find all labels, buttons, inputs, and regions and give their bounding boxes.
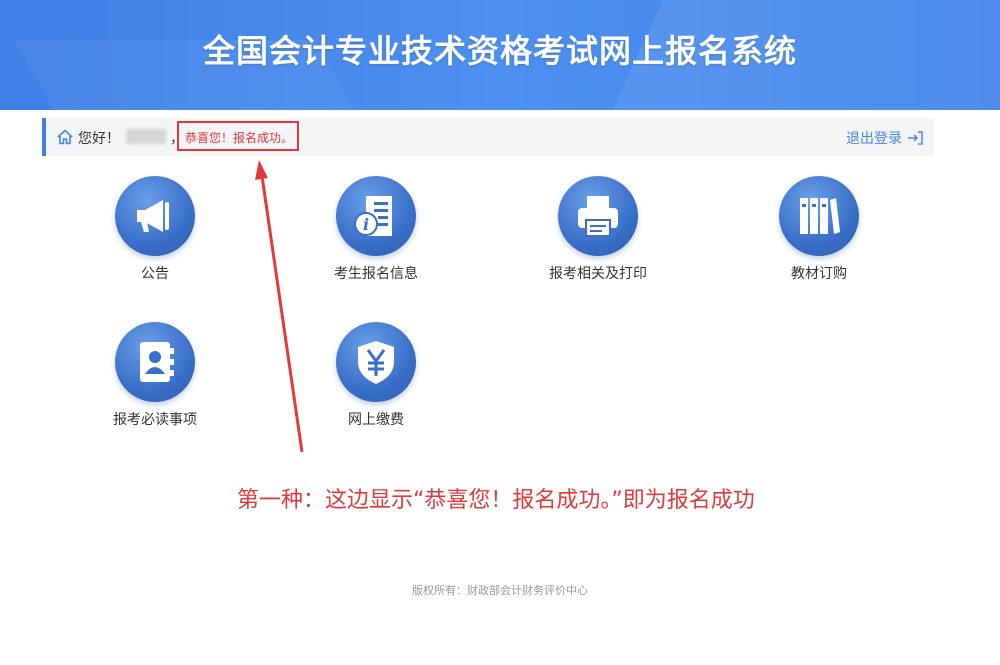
logout-label: 退出登录 (846, 131, 902, 147)
logout-icon (908, 131, 923, 145)
tile-print[interactable]: 报考相关及打印 (498, 176, 698, 306)
greeting-text: 您好！ (78, 131, 120, 147)
footer-copyright: 版权所有：财政部会计财务评价中心 (412, 584, 588, 597)
logout-link[interactable]: 退出登录 (846, 128, 924, 148)
tile-label: 考生报名信息 (334, 266, 418, 282)
tile-label: 报考必读事项 (113, 412, 197, 428)
printer-icon (578, 196, 618, 237)
tile-circle: i (336, 176, 416, 256)
yen-shield-icon (358, 341, 394, 384)
page-title: 全国会计专业技术资格考试网上报名系统 (202, 32, 797, 70)
username-redacted (126, 129, 166, 144)
tile-textbook-order[interactable]: 教材订购 (719, 176, 919, 306)
tile-label: 网上缴费 (348, 412, 404, 428)
tile-must-read[interactable]: 报考必读事项 (55, 322, 255, 452)
registration-success-message: 恭喜您！报名成功。 (185, 131, 294, 145)
info-document-icon: i (354, 196, 392, 236)
tile-label: 报考相关及打印 (549, 266, 647, 282)
tile-label: 教材订购 (791, 266, 847, 282)
svg-text:i: i (363, 215, 369, 234)
annotation-text: 第一种：这边显示“恭喜您！报名成功。”即为报名成功 (237, 488, 755, 513)
tile-announcement[interactable]: 公告 (55, 176, 255, 306)
tile-candidate-info[interactable]: i 考生报名信息 (276, 176, 476, 306)
tile-circle (779, 176, 859, 256)
books-icon (800, 198, 840, 234)
tile-circle (558, 176, 638, 256)
tile-circle (336, 322, 416, 402)
contact-book-icon (140, 342, 174, 382)
megaphone-icon (137, 200, 169, 232)
success-highlight-box: 恭喜您！报名成功。 (177, 121, 299, 151)
welcome-bar: 您好！ ， 恭喜您！报名成功。 退出登录 (42, 118, 934, 156)
tile-circle (115, 322, 195, 402)
home-icon[interactable] (56, 128, 74, 146)
header-banner: 全国会计专业技术资格考试网上报名系统 (0, 0, 1000, 110)
tile-label: 公告 (141, 266, 169, 282)
tile-circle (115, 176, 195, 256)
tile-online-payment[interactable]: 网上缴费 (276, 322, 476, 452)
